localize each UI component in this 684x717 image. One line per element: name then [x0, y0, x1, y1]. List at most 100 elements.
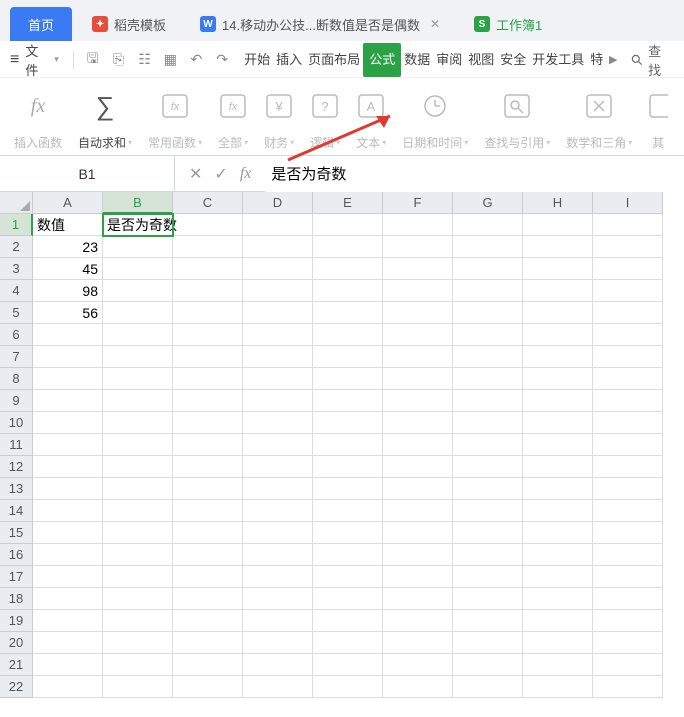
- cell-F18[interactable]: [383, 588, 453, 610]
- cell-E10[interactable]: [313, 412, 383, 434]
- cell-D1[interactable]: [243, 214, 313, 236]
- row-header-14[interactable]: 14: [0, 500, 33, 522]
- row-header-6[interactable]: 6: [0, 324, 33, 346]
- cell-C15[interactable]: [173, 522, 243, 544]
- cell-C1[interactable]: [173, 214, 243, 236]
- cell-G14[interactable]: [453, 500, 523, 522]
- cell-D22[interactable]: [243, 676, 313, 698]
- cell-I12[interactable]: [593, 456, 663, 478]
- cell-H10[interactable]: [523, 412, 593, 434]
- cell-G21[interactable]: [453, 654, 523, 676]
- cell-E3[interactable]: [313, 258, 383, 280]
- cell-E8[interactable]: [313, 368, 383, 390]
- cell-D16[interactable]: [243, 544, 313, 566]
- ribbon-tab-view[interactable]: 视图: [465, 43, 497, 77]
- cell-B13[interactable]: [103, 478, 173, 500]
- cell-I1[interactable]: [593, 214, 663, 236]
- group-logic[interactable]: ? 逻辑▾: [302, 82, 348, 155]
- cell-I6[interactable]: [593, 324, 663, 346]
- row-header-15[interactable]: 15: [0, 522, 33, 544]
- cell-G11[interactable]: [453, 434, 523, 456]
- cell-G13[interactable]: [453, 478, 523, 500]
- cell-F21[interactable]: [383, 654, 453, 676]
- row-header-19[interactable]: 19: [0, 610, 33, 632]
- cell-C16[interactable]: [173, 544, 243, 566]
- cell-E20[interactable]: [313, 632, 383, 654]
- search-button[interactable]: 查找: [630, 42, 674, 78]
- cell-A15[interactable]: [33, 522, 103, 544]
- cell-C7[interactable]: [173, 346, 243, 368]
- cell-F17[interactable]: [383, 566, 453, 588]
- cell-I11[interactable]: [593, 434, 663, 456]
- cell-G10[interactable]: [453, 412, 523, 434]
- cell-D4[interactable]: [243, 280, 313, 302]
- cell-C22[interactable]: [173, 676, 243, 698]
- ribbon-nav-right[interactable]: ▶: [606, 53, 620, 66]
- cell-G16[interactable]: [453, 544, 523, 566]
- cell-F15[interactable]: [383, 522, 453, 544]
- cell-D17[interactable]: [243, 566, 313, 588]
- name-box[interactable]: B1: [0, 156, 175, 192]
- cell-B6[interactable]: [103, 324, 173, 346]
- row-header-12[interactable]: 12: [0, 456, 33, 478]
- cell-A21[interactable]: [33, 654, 103, 676]
- cell-D14[interactable]: [243, 500, 313, 522]
- cell-A22[interactable]: [33, 676, 103, 698]
- cell-F12[interactable]: [383, 456, 453, 478]
- row-header-5[interactable]: 5: [0, 302, 33, 324]
- cell-E1[interactable]: [313, 214, 383, 236]
- cell-I18[interactable]: [593, 588, 663, 610]
- cell-C14[interactable]: [173, 500, 243, 522]
- file-menu[interactable]: 文件▾: [25, 42, 58, 78]
- col-header-G[interactable]: G: [453, 192, 523, 214]
- cell-H8[interactable]: [523, 368, 593, 390]
- cell-C19[interactable]: [173, 610, 243, 632]
- cell-B7[interactable]: [103, 346, 173, 368]
- cell-G8[interactable]: [453, 368, 523, 390]
- cell-F8[interactable]: [383, 368, 453, 390]
- col-header-F[interactable]: F: [383, 192, 453, 214]
- cell-A13[interactable]: [33, 478, 103, 500]
- cell-B8[interactable]: [103, 368, 173, 390]
- cell-C5[interactable]: [173, 302, 243, 324]
- tab-templates[interactable]: ✦ 稻壳模板: [78, 7, 180, 41]
- row-header-13[interactable]: 13: [0, 478, 33, 500]
- cell-H4[interactable]: [523, 280, 593, 302]
- cell-H3[interactable]: [523, 258, 593, 280]
- cell-I14[interactable]: [593, 500, 663, 522]
- cell-A11[interactable]: [33, 434, 103, 456]
- cell-F22[interactable]: [383, 676, 453, 698]
- group-finance[interactable]: ¥ 财务▾: [256, 82, 302, 155]
- cell-A3[interactable]: 45: [33, 258, 103, 280]
- cell-G19[interactable]: [453, 610, 523, 632]
- row-header-2[interactable]: 2: [0, 236, 33, 258]
- cell-I9[interactable]: [593, 390, 663, 412]
- cell-G6[interactable]: [453, 324, 523, 346]
- cell-D6[interactable]: [243, 324, 313, 346]
- redo-icon[interactable]: ↷: [212, 50, 232, 70]
- cell-F6[interactable]: [383, 324, 453, 346]
- cell-G18[interactable]: [453, 588, 523, 610]
- col-header-B[interactable]: B: [103, 192, 173, 214]
- cell-D20[interactable]: [243, 632, 313, 654]
- select-all-button[interactable]: [0, 192, 33, 214]
- cell-I15[interactable]: [593, 522, 663, 544]
- save-icon[interactable]: 🖫: [83, 50, 103, 70]
- cell-E5[interactable]: [313, 302, 383, 324]
- cell-B2[interactable]: [103, 236, 173, 258]
- row-header-18[interactable]: 18: [0, 588, 33, 610]
- cell-B14[interactable]: [103, 500, 173, 522]
- ribbon-tab-layout[interactable]: 页面布局: [305, 43, 363, 77]
- cell-A8[interactable]: [33, 368, 103, 390]
- cell-C17[interactable]: [173, 566, 243, 588]
- print-icon[interactable]: ⎘: [109, 50, 129, 70]
- cell-H17[interactable]: [523, 566, 593, 588]
- grid-icon[interactable]: ▦: [160, 50, 180, 70]
- ribbon-tab-data[interactable]: 数据: [401, 43, 433, 77]
- row-header-16[interactable]: 16: [0, 544, 33, 566]
- cell-B21[interactable]: [103, 654, 173, 676]
- cell-E14[interactable]: [313, 500, 383, 522]
- cell-G2[interactable]: [453, 236, 523, 258]
- cell-E2[interactable]: [313, 236, 383, 258]
- cell-E21[interactable]: [313, 654, 383, 676]
